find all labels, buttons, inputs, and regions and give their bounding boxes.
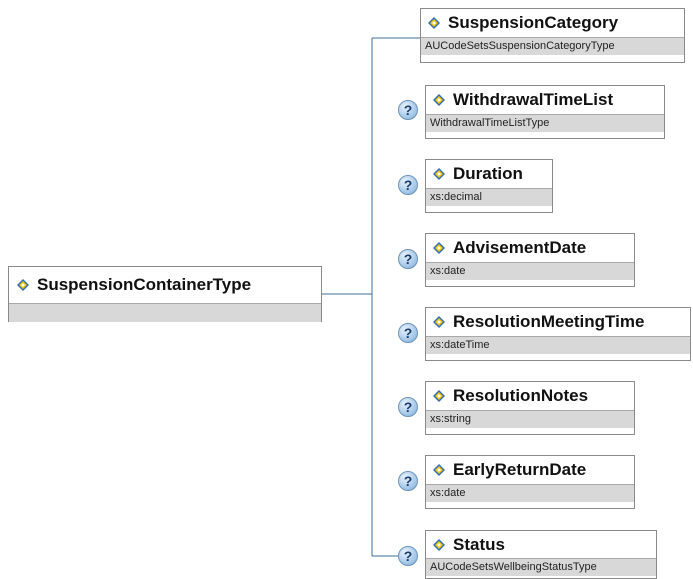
optional-icon: ? — [398, 471, 418, 491]
child-node-status[interactable]: Status AUCodeSetsWellbeingStatusType — [425, 530, 657, 579]
element-icon — [433, 538, 445, 551]
element-icon — [433, 242, 445, 254]
element-icon — [433, 168, 445, 180]
child-type: xs:decimal — [426, 188, 552, 206]
child-name: WithdrawalTimeList — [453, 90, 614, 109]
child-name: AdvisementDate — [453, 238, 587, 257]
element-icon — [433, 464, 445, 476]
child-node-resolutionnotes[interactable]: ResolutionNotes xs:string — [425, 381, 635, 435]
root-element-name: SuspensionContainerType — [37, 275, 252, 294]
child-node-suspensioncategory[interactable]: SuspensionCategory AUCodeSetsSuspensionC… — [420, 8, 685, 63]
child-name: ResolutionMeetingTime — [453, 312, 645, 331]
child-type: AUCodeSetsWellbeingStatusType — [426, 558, 656, 576]
child-node-resolutionmeetingtime[interactable]: ResolutionMeetingTime xs:dateTime — [425, 307, 691, 361]
child-type: AUCodeSetsSuspensionCategoryType — [421, 37, 684, 55]
element-icon — [428, 17, 440, 29]
child-type: xs:date — [426, 262, 634, 280]
child-name: Status — [453, 534, 505, 554]
child-type: xs:dateTime — [426, 336, 690, 354]
child-name: EarlyReturnDate — [453, 460, 587, 479]
optional-icon: ? — [398, 249, 418, 269]
child-type: xs:date — [426, 484, 634, 502]
element-icon — [433, 390, 445, 402]
child-type: WithdrawalTimeListType — [426, 114, 664, 132]
child-type: xs:string — [426, 410, 634, 428]
optional-icon: ? — [398, 175, 418, 195]
optional-icon: ? — [398, 323, 418, 343]
optional-icon: ? — [398, 100, 418, 120]
child-node-withdrawaltimelist[interactable]: WithdrawalTimeList WithdrawalTimeListTyp… — [425, 85, 665, 139]
child-node-earlyreturndate[interactable]: EarlyReturnDate xs:date — [425, 455, 635, 509]
root-element-box[interactable]: SuspensionContainerType — [8, 266, 322, 322]
child-node-duration[interactable]: Duration xs:decimal — [425, 159, 553, 213]
optional-icon: ? — [398, 397, 418, 417]
element-icon — [433, 94, 445, 106]
child-name: ResolutionNotes — [453, 386, 589, 405]
child-node-advisementdate[interactable]: AdvisementDate xs:date — [425, 233, 635, 287]
child-name: Duration — [453, 164, 523, 183]
child-name: SuspensionCategory — [448, 13, 619, 32]
root-element-footer — [9, 304, 321, 322]
element-icon — [17, 279, 29, 291]
optional-icon: ? — [398, 546, 418, 566]
element-icon — [433, 316, 445, 328]
